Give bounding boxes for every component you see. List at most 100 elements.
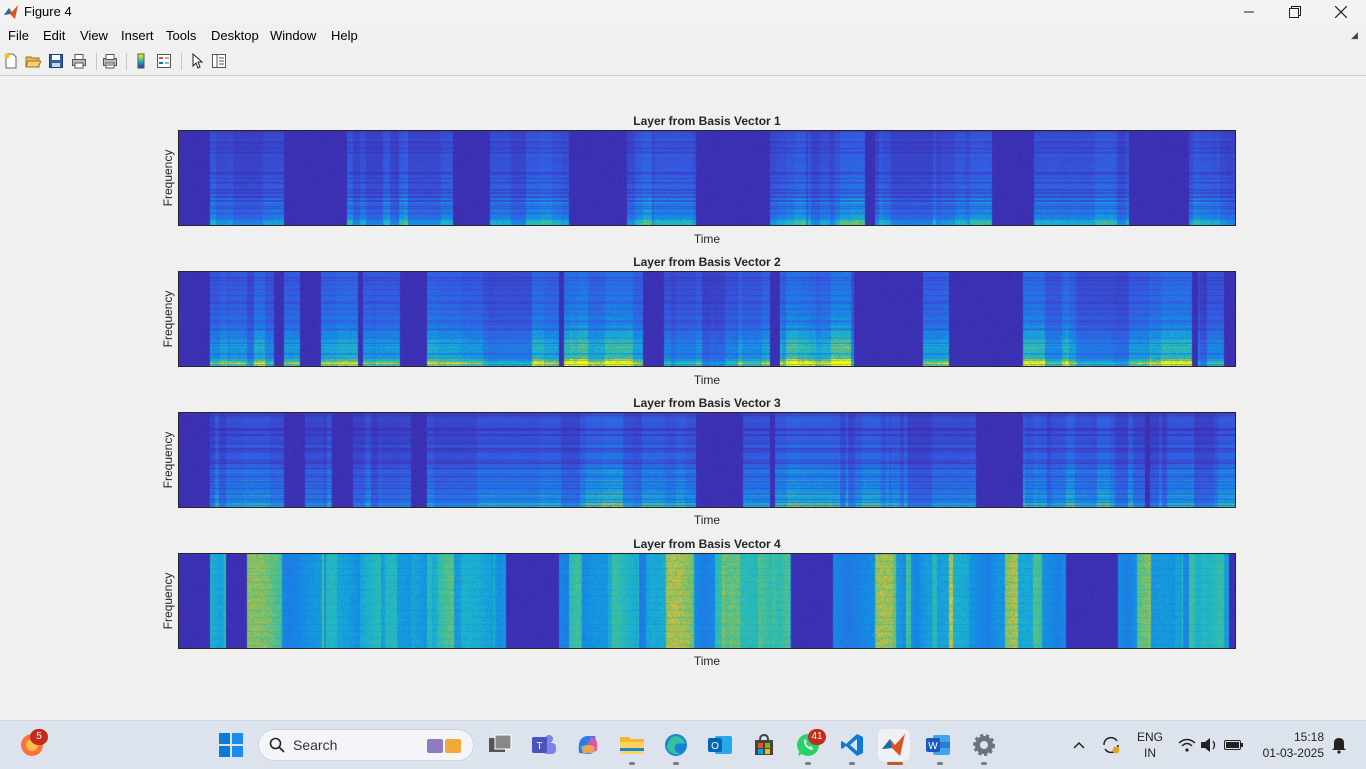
print-button[interactable] [70,52,88,70]
copilot-button[interactable] [572,729,604,761]
menu-edit[interactable]: Edit [43,28,65,43]
menu-help[interactable]: Help [331,28,358,43]
chevron-up-icon [1073,741,1085,749]
taskbar: 5 Search T O 41 W ENG IN 15:18 01-03-202… [0,720,1366,769]
notifications-button[interactable] [1328,729,1350,761]
matlab-app-icon [4,5,18,19]
open-file-icon [25,56,41,68]
file-explorer-icon [620,737,644,754]
teams-button[interactable]: T [528,729,560,761]
file-explorer-button[interactable] [616,729,648,761]
figure-canvas: Layer from Basis Vector 1 Frequency Time… [0,76,1366,720]
quick-settings-button[interactable] [1176,729,1246,761]
axes-3-title: Layer from Basis Vector 3 [633,396,781,410]
clock-time[interactable]: 15:18 [1252,730,1324,744]
file-explorer-running-indicator [629,762,635,765]
matlab-icon [882,734,905,756]
whatsapp-badge: 41 [808,729,826,745]
notification-bell-icon [1332,738,1346,754]
region-indicator[interactable]: IN [1134,746,1166,760]
menu-bar: File Edit View Insert Tools Desktop Wind… [0,24,1366,46]
axes-2-image [179,272,1235,366]
print-preview-button[interactable] [101,52,119,70]
search-label: Search [293,737,338,753]
menu-window[interactable]: Window [270,28,316,43]
minimize-button[interactable] [1226,0,1272,24]
taskbar-search-box[interactable]: Search [258,729,474,761]
svg-text:O: O [711,741,719,752]
svg-text:T: T [536,741,542,752]
clock-date[interactable]: 01-03-2025 [1252,746,1324,760]
edge-button[interactable] [660,729,692,761]
edge-running-indicator [673,762,679,765]
legend-icon [157,54,171,68]
vscode-button[interactable] [836,729,868,761]
dock-arrow-icon[interactable]: ◢ [1351,30,1358,41]
figure-toolbar [0,48,1366,76]
colorbar-button[interactable] [132,52,150,70]
axes-3-ylabel: Frequency [161,431,175,489]
title-bar: Figure 4 [0,0,1366,24]
whatsapp-running-indicator [805,762,811,765]
property-inspector-button[interactable] [210,52,228,70]
open-file-button[interactable] [24,52,42,70]
axes-3-image [179,413,1235,507]
vscode-running-indicator [849,762,855,765]
wifi-icon [1178,738,1196,752]
sync-button[interactable] [1097,729,1125,761]
settings-running-indicator [981,762,987,765]
axes-4-spectrogram[interactable] [178,553,1236,649]
new-figure-button[interactable] [2,52,20,70]
save-button[interactable] [47,52,65,70]
start-icon [219,733,243,757]
axes-2-spectrogram[interactable] [178,271,1236,367]
axes-3-spectrogram[interactable] [178,412,1236,508]
edge-icon [665,734,687,756]
copilot-icon [578,736,598,754]
task-view-button[interactable] [484,729,516,761]
widgets-icon [427,739,461,753]
store-icon [755,733,773,755]
axes-2-xlabel: Time [693,373,721,387]
outlook-button[interactable]: O [704,729,736,761]
legend-button[interactable] [155,52,173,70]
menu-desktop[interactable]: Desktop [211,28,259,43]
restore-icon [1289,6,1301,18]
menu-tools[interactable]: Tools [166,28,196,43]
start-button[interactable] [215,729,247,761]
menu-insert[interactable]: Insert [121,28,154,43]
axes-2-ylabel: Frequency [161,290,175,348]
colorbar-icon [137,53,145,69]
axes-2-title: Layer from Basis Vector 2 [633,255,781,269]
word-running-indicator [937,762,943,765]
close-button[interactable] [1318,0,1364,24]
axes-4-xlabel: Time [693,654,721,668]
volume-icon [1201,738,1216,752]
axes-1-xlabel: Time [693,232,721,246]
teams-icon: T [532,735,556,754]
window-title: Figure 4 [24,4,72,19]
save-icon [49,54,63,68]
sync-icon [1103,736,1120,754]
svg-text:W: W [928,741,938,752]
word-button[interactable]: W [922,729,954,761]
settings-button[interactable] [968,729,1000,761]
axes-1-spectrogram[interactable] [178,130,1236,226]
toolbar-separator [126,53,127,70]
maximize-button[interactable] [1272,0,1318,24]
toolbar-separator [96,53,97,70]
axes-4-image [179,554,1235,648]
axes-1-image [179,131,1235,225]
property-inspector-icon [212,54,226,68]
matlab-button[interactable] [878,729,910,761]
pointer-button[interactable] [188,52,206,70]
store-button[interactable] [748,729,780,761]
settings-icon [973,734,995,756]
menu-file[interactable]: File [8,28,29,43]
show-hidden-icons-button[interactable] [1068,729,1090,761]
axes-1-ylabel: Frequency [161,149,175,207]
firefox-badge: 5 [30,729,48,745]
language-indicator[interactable]: ENG [1134,730,1166,744]
menu-view[interactable]: View [80,28,108,43]
new-figure-icon [4,53,17,69]
